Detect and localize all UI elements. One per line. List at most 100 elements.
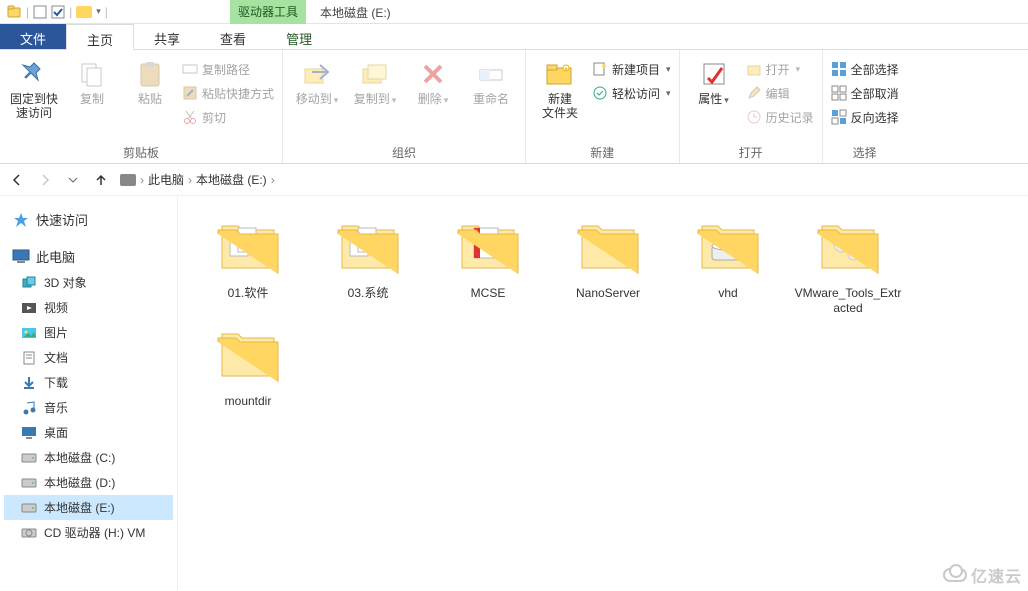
ribbon-tabs: 文件 主页 共享 查看 管理 xyxy=(0,24,1028,50)
folder-item[interactable]: vhd xyxy=(668,214,788,322)
up-button[interactable] xyxy=(92,171,110,189)
edit-button[interactable]: 编辑 xyxy=(746,82,814,104)
sidebar-item-desktop[interactable]: 桌面 xyxy=(4,420,173,445)
cut-button[interactable]: 剪切 xyxy=(182,106,274,128)
sidebar-item-downloads[interactable]: 下载 xyxy=(4,370,173,395)
tab-manage[interactable]: 管理 xyxy=(266,24,332,49)
tab-file[interactable]: 文件 xyxy=(0,24,66,49)
folder-item[interactable]: mountdir xyxy=(188,322,308,415)
paste-shortcut-button[interactable]: 粘贴快捷方式 xyxy=(182,82,274,104)
qat-separator: | xyxy=(69,5,72,19)
copy-to-button[interactable]: 复制到 xyxy=(349,54,401,107)
folder-item[interactable]: 01.软件 xyxy=(188,214,308,322)
new-item-button[interactable]: 新建项目▾ xyxy=(592,58,671,80)
sidebar-item-video[interactable]: 视频 xyxy=(4,295,173,320)
folder-item[interactable]: VMware_Tools_Extracted xyxy=(788,214,908,322)
sidebar-item-documents[interactable]: 文档 xyxy=(4,345,173,370)
folder-content[interactable]: 01.软件 03.系统 MCSE NanoServervhdVMware_Tools_… xyxy=(178,196,1028,591)
window-title: 本地磁盘 (E:) xyxy=(320,4,391,21)
breadcrumb-drive[interactable]: 本地磁盘 (E:) xyxy=(196,171,267,188)
breadcrumb[interactable]: › 此电脑 › 本地磁盘 (E:) › xyxy=(120,171,275,188)
open-icon xyxy=(746,61,762,77)
paste-icon xyxy=(136,60,164,88)
tab-share[interactable]: 共享 xyxy=(134,24,200,49)
invert-selection-button[interactable]: 反向选择 xyxy=(831,106,899,128)
sidebar-item-drive-d[interactable]: 本地磁盘 (D:) xyxy=(4,470,173,495)
copy-path-button[interactable]: 复制路径 xyxy=(182,58,274,80)
cloud-icon xyxy=(943,568,967,582)
arrow-right-icon xyxy=(37,172,53,188)
checkbox-checked-icon[interactable] xyxy=(51,5,65,19)
select-all-button[interactable]: 全部选择 xyxy=(831,58,899,80)
group-label-open: 打开 xyxy=(688,142,814,161)
new-folder-button[interactable]: ✦ 新建 文件夹 xyxy=(534,54,586,120)
3d-icon xyxy=(20,275,38,291)
breadcrumb-root[interactable]: 此电脑 xyxy=(148,171,184,188)
drive-d-icon xyxy=(20,475,38,491)
move-to-button[interactable]: 移动到 xyxy=(291,54,343,107)
svg-text:✦: ✦ xyxy=(564,66,569,73)
delete-icon xyxy=(419,60,447,88)
sidebar-item-3d[interactable]: 3D 对象 xyxy=(4,270,173,295)
folder-name: VMware_Tools_Extracted xyxy=(793,286,903,316)
folder-name: MCSE xyxy=(471,286,506,301)
breadcrumb-sep: › xyxy=(271,173,275,187)
easy-access-icon xyxy=(592,85,608,101)
paste-button[interactable]: 粘贴 xyxy=(124,54,176,106)
properties-icon xyxy=(700,60,728,88)
back-button[interactable] xyxy=(8,171,26,189)
main-area: 快速访问 此电脑 3D 对象视频图片文档下载音乐桌面本地磁盘 (C:)本地磁盘 … xyxy=(0,196,1028,591)
folder-name: 01.软件 xyxy=(228,286,269,301)
easy-access-button[interactable]: 轻松访问▾ xyxy=(592,82,671,104)
sidebar-item-label: 文档 xyxy=(44,349,68,366)
pin-quick-access-button[interactable]: 固定到快 速访问 xyxy=(8,54,60,120)
sidebar-item-drive-e[interactable]: 本地磁盘 (E:) xyxy=(4,495,173,520)
sidebar-quick-access[interactable]: 快速访问 xyxy=(4,206,173,233)
this-pc-icon xyxy=(12,249,30,265)
folder-item[interactable]: NanoServer xyxy=(548,214,668,322)
folder-icon[interactable] xyxy=(76,6,92,18)
qat-separator: | xyxy=(26,5,29,19)
copy-to-icon xyxy=(360,59,390,89)
sidebar-item-label: 3D 对象 xyxy=(44,274,87,291)
rename-button[interactable]: 重命名 xyxy=(465,54,517,106)
folder-item[interactable]: MCSE xyxy=(428,214,548,322)
folder-icon xyxy=(812,220,884,280)
group-label-new: 新建 xyxy=(534,142,671,161)
sidebar-item-label: 下载 xyxy=(44,374,68,391)
folder-icon xyxy=(452,220,524,280)
move-to-icon xyxy=(302,59,332,89)
folder-icon xyxy=(212,328,284,388)
title-bar: | | ▾ | 驱动器工具 本地磁盘 (E:) xyxy=(0,0,1028,24)
checkbox-empty-icon[interactable] xyxy=(33,5,47,19)
history-button[interactable]: 历史记录 xyxy=(746,106,814,128)
copy-button[interactable]: 复制 xyxy=(66,54,118,106)
folder-item[interactable]: 03.系统 xyxy=(308,214,428,322)
quick-access-toolbar: | | ▾ | xyxy=(0,4,108,20)
sidebar-item-drive-c[interactable]: 本地磁盘 (C:) xyxy=(4,445,173,470)
delete-button[interactable]: 删除 xyxy=(407,54,459,107)
drive-e-icon xyxy=(20,500,38,516)
sidebar-item-drive-h[interactable]: CD 驱动器 (H:) VM xyxy=(4,520,173,545)
tab-view[interactable]: 查看 xyxy=(200,24,266,49)
new-folder-icon: ✦ xyxy=(544,58,576,90)
sidebar-item-pictures[interactable]: 图片 xyxy=(4,320,173,345)
sidebar-this-pc[interactable]: 此电脑 xyxy=(4,243,173,270)
tab-home[interactable]: 主页 xyxy=(66,24,134,50)
open-button[interactable]: 打开▾ xyxy=(746,58,814,80)
chevron-down-icon xyxy=(67,174,79,186)
select-none-button[interactable]: 全部取消 xyxy=(831,82,899,104)
group-new: ✦ 新建 文件夹 新建项目▾ 轻松访问▾ 新建 xyxy=(526,50,680,163)
drive-icon xyxy=(120,174,136,186)
sidebar-item-label: 桌面 xyxy=(44,424,68,441)
folder-icon xyxy=(332,220,404,280)
folder-icon xyxy=(572,220,644,280)
recent-locations-button[interactable] xyxy=(64,171,82,189)
drive-h-icon xyxy=(20,525,38,541)
properties-button[interactable]: 属性 xyxy=(688,54,740,107)
qat-dropdown[interactable]: ▾ xyxy=(96,6,101,17)
forward-button[interactable] xyxy=(36,171,54,189)
folder-icon xyxy=(212,220,284,280)
sidebar-item-music[interactable]: 音乐 xyxy=(4,395,173,420)
new-item-icon xyxy=(592,61,608,77)
